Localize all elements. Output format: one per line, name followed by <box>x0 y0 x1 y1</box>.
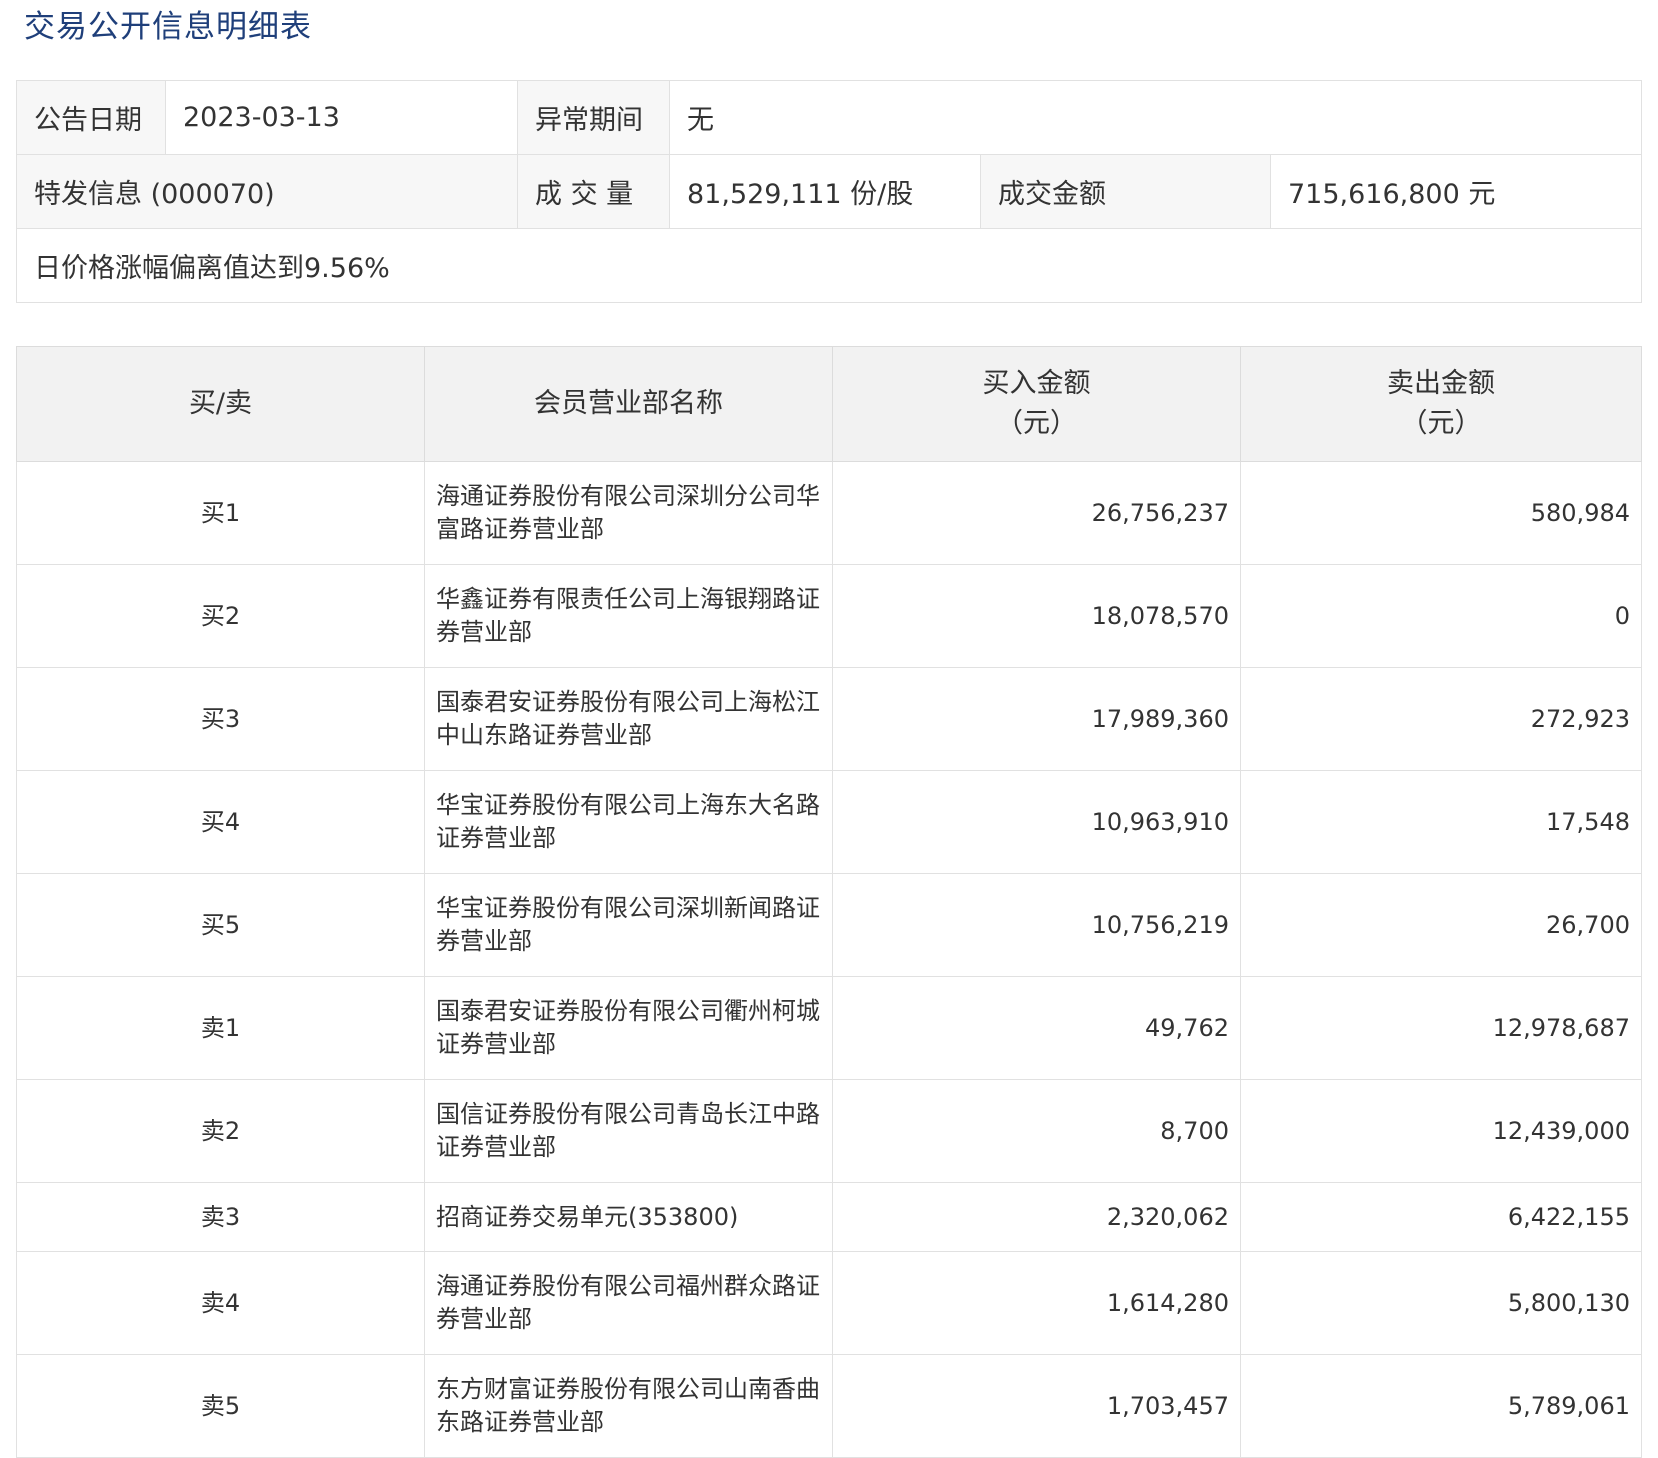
row-member: 招商证券交易单元(353800) <box>424 1182 833 1252</box>
row-side: 买5 <box>16 873 425 977</box>
amount-value: 715,616,800 元 <box>1270 154 1642 229</box>
table-row: 买5 华宝证券股份有限公司深圳新闻路证券营业部 10,756,219 26,70… <box>16 873 1642 977</box>
row-buy: 10,963,910 <box>832 770 1241 874</box>
header-sell-title: 卖出金额 <box>1387 368 1495 399</box>
special-info-label: 特发信息 (000070) <box>16 154 518 229</box>
row-buy: 2,320,062 <box>832 1182 1241 1252</box>
row-buy: 1,614,280 <box>832 1251 1241 1355</box>
announce-date-label: 公告日期 <box>16 80 166 155</box>
row-member: 华宝证券股份有限公司上海东大名路证券营业部 <box>424 770 833 874</box>
page-title: 交易公开信息明细表 <box>24 9 312 45</box>
row-member: 国泰君安证券股份有限公司上海松江中山东路证券营业部 <box>424 667 833 771</box>
header-side: 买/卖 <box>16 346 425 462</box>
amount-label: 成交金额 <box>980 154 1271 229</box>
summary-row-trade: 特发信息 (000070) 成 交 量 81,529,111 份/股 成交金额 … <box>16 154 1642 229</box>
row-sell: 0 <box>1240 564 1642 668</box>
abnormal-period-value: 无 <box>669 80 1642 155</box>
header-member: 会员营业部名称 <box>424 346 833 462</box>
row-side: 卖4 <box>16 1251 425 1355</box>
row-sell: 17,548 <box>1240 770 1642 874</box>
row-member: 海通证券股份有限公司深圳分公司华富路证券营业部 <box>424 461 833 565</box>
row-member: 华鑫证券有限责任公司上海银翔路证券营业部 <box>424 564 833 668</box>
row-buy: 26,756,237 <box>832 461 1241 565</box>
row-sell: 5,789,061 <box>1240 1354 1642 1458</box>
row-side: 卖2 <box>16 1079 425 1183</box>
row-member: 东方财富证券股份有限公司山南香曲东路证券营业部 <box>424 1354 833 1458</box>
table-row: 卖3 招商证券交易单元(353800) 2,320,062 6,422,155 <box>16 1182 1642 1252</box>
row-side: 买1 <box>16 461 425 565</box>
announce-date-value: 2023-03-13 <box>165 80 518 155</box>
table-row: 买3 国泰君安证券股份有限公司上海松江中山东路证券营业部 17,989,360 … <box>16 667 1642 771</box>
row-sell: 26,700 <box>1240 873 1642 977</box>
row-side: 卖5 <box>16 1354 425 1458</box>
header-buy-unit: （元） <box>996 408 1077 439</box>
detail-header-row: 买/卖 会员营业部名称 买入金额 （元） 卖出金额 （元） <box>16 346 1642 462</box>
row-sell: 6,422,155 <box>1240 1182 1642 1252</box>
header-buy-amount: 买入金额 （元） <box>832 346 1241 462</box>
summary-table: 公告日期 2023-03-13 异常期间 无 特发信息 (000070) 成 交… <box>16 80 1642 303</box>
row-member: 国泰君安证券股份有限公司衢州柯城证券营业部 <box>424 976 833 1080</box>
header-buy-title: 买入金额 <box>982 368 1091 399</box>
row-member: 国信证券股份有限公司青岛长江中路证券营业部 <box>424 1079 833 1183</box>
row-side: 买2 <box>16 564 425 668</box>
table-row: 买4 华宝证券股份有限公司上海东大名路证券营业部 10,963,910 17,5… <box>16 770 1642 874</box>
row-side: 买3 <box>16 667 425 771</box>
volume-label: 成 交 量 <box>517 154 670 229</box>
abnormal-period-label: 异常期间 <box>517 80 670 155</box>
reason-text: 日价格涨幅偏离值达到9.56% <box>16 228 1642 303</box>
row-buy: 8,700 <box>832 1079 1241 1183</box>
table-row: 卖4 海通证券股份有限公司福州群众路证券营业部 1,614,280 5,800,… <box>16 1251 1642 1355</box>
row-member: 华宝证券股份有限公司深圳新闻路证券营业部 <box>424 873 833 977</box>
detail-table: 买/卖 会员营业部名称 买入金额 （元） 卖出金额 （元） 买1 海通证券股份有限公… <box>16 346 1642 1458</box>
row-buy: 49,762 <box>832 976 1241 1080</box>
table-row: 卖1 国泰君安证券股份有限公司衢州柯城证券营业部 49,762 12,978,6… <box>16 976 1642 1080</box>
row-sell: 580,984 <box>1240 461 1642 565</box>
header-sell-amount: 卖出金额 （元） <box>1240 346 1642 462</box>
header-sell-unit: （元） <box>1400 408 1482 439</box>
table-row: 卖2 国信证券股份有限公司青岛长江中路证券营业部 8,700 12,439,00… <box>16 1079 1642 1183</box>
row-member: 海通证券股份有限公司福州群众路证券营业部 <box>424 1251 833 1355</box>
summary-row-reason: 日价格涨幅偏离值达到9.56% <box>16 228 1642 303</box>
row-sell: 12,978,687 <box>1240 976 1642 1080</box>
summary-row-date: 公告日期 2023-03-13 异常期间 无 <box>16 80 1642 155</box>
row-buy: 17,989,360 <box>832 667 1241 771</box>
table-row: 买1 海通证券股份有限公司深圳分公司华富路证券营业部 26,756,237 58… <box>16 461 1642 565</box>
row-buy: 1,703,457 <box>832 1354 1241 1458</box>
row-side: 卖3 <box>16 1182 425 1252</box>
row-sell: 12,439,000 <box>1240 1079 1642 1183</box>
volume-value: 81,529,111 份/股 <box>669 154 981 229</box>
row-buy: 18,078,570 <box>832 564 1241 668</box>
row-sell: 5,800,130 <box>1240 1251 1642 1355</box>
row-side: 卖1 <box>16 976 425 1080</box>
row-side: 买4 <box>16 770 425 874</box>
table-row: 买2 华鑫证券有限责任公司上海银翔路证券营业部 18,078,570 0 <box>16 564 1642 668</box>
row-buy: 10,756,219 <box>832 873 1241 977</box>
table-row: 卖5 东方财富证券股份有限公司山南香曲东路证券营业部 1,703,457 5,7… <box>16 1354 1642 1458</box>
row-sell: 272,923 <box>1240 667 1642 771</box>
